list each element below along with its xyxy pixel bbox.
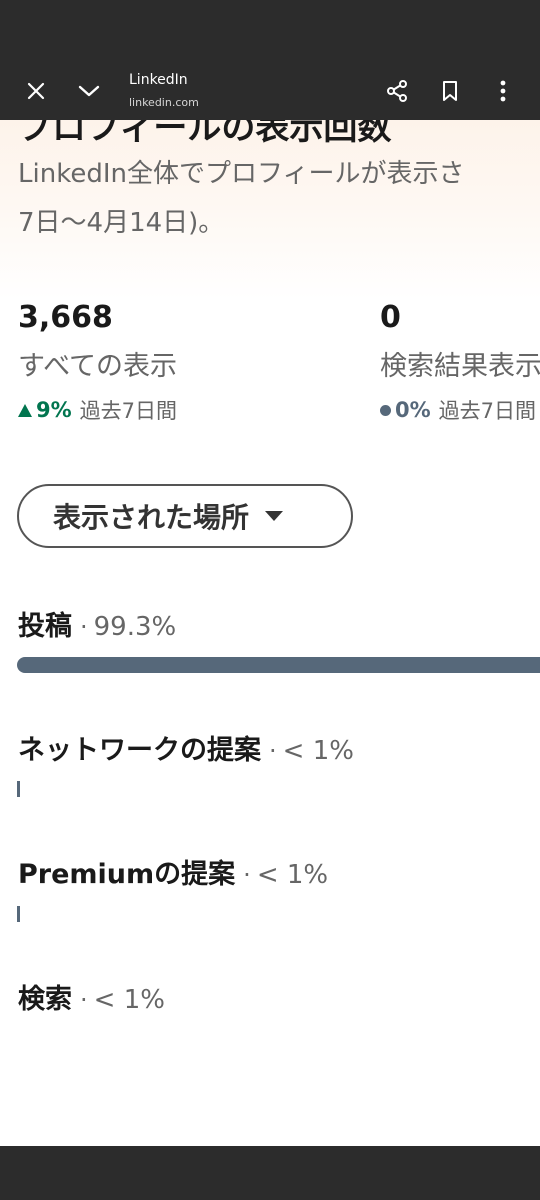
page-title: プロフィールの表示回数 [18, 120, 392, 148]
navigation-bar [0, 1146, 540, 1200]
trend-up-icon [18, 403, 32, 417]
trend-neutral-icon [380, 404, 391, 416]
breakdown-bar-posts [17, 657, 540, 673]
bookmark-icon[interactable] [430, 71, 470, 111]
share-icon[interactable] [377, 71, 417, 111]
trend-percent: 9% [36, 398, 72, 422]
status-bar [0, 0, 540, 62]
breakdown-separator: · [80, 613, 88, 641]
breakdown-separator: · [269, 737, 277, 765]
page-description: LinkedIn全体でプロフィールが表示さ 7日〜4月14日)。 [18, 150, 540, 248]
breakdown-label: 検索 [18, 984, 72, 1015]
breakdown-separator: · [80, 986, 88, 1014]
trend-percent: 0% [395, 398, 431, 422]
breakdown-row-search: 検索 · < 1% [18, 977, 165, 1016]
breakdown-bar-network [17, 781, 20, 797]
description-line-1: LinkedIn全体でプロフィールが表示さ [18, 159, 465, 189]
stat-all-views[interactable]: 3,668 すべての表示 9% 過去7日間 [18, 300, 177, 425]
location-filter-dropdown[interactable]: 表示された場所 [17, 484, 353, 548]
caret-down-icon [265, 511, 284, 521]
stat-value: 3,668 [18, 300, 113, 335]
stat-search-views[interactable]: 0 検索結果表示 0% 過去7日間 [380, 300, 540, 425]
chevron-down-icon[interactable] [69, 71, 109, 111]
stat-trend: 9% 過去7日間 [18, 395, 177, 425]
description-line-2: 7日〜4月14日)。 [18, 208, 225, 238]
breakdown-row-network: ネットワークの提案 · < 1% [18, 728, 354, 767]
breakdown-percent: < 1% [282, 736, 354, 766]
trend-period: 過去7日間 [79, 399, 178, 423]
breakdown-bar-fill [17, 657, 540, 673]
breakdown-percent: < 1% [93, 985, 165, 1015]
browser-toolbar: LinkedIn linkedin.com [0, 62, 540, 120]
breakdown-label: ネットワークの提案 [18, 735, 261, 766]
stat-value: 0 [380, 300, 401, 335]
close-icon[interactable] [16, 71, 56, 111]
stat-label: すべての表示 [18, 351, 178, 382]
breakdown-label: Premiumの提案 [18, 859, 236, 890]
page-content: プロフィールの表示回数 LinkedIn全体でプロフィールが表示さ 7日〜4月1… [0, 120, 540, 1146]
breakdown-separator: · [243, 861, 251, 889]
trend-period: 過去7日間 [438, 399, 537, 423]
filter-label: 表示された場所 [53, 501, 250, 534]
breakdown-row-premium: Premiumの提案 · < 1% [18, 852, 328, 891]
stat-label: 検索結果表示 [380, 351, 540, 382]
breakdown-row-posts: 投稿 · 99.3% [18, 604, 176, 643]
more-vert-icon[interactable] [483, 71, 523, 111]
stat-trend: 0% 過去7日間 [380, 395, 540, 425]
breakdown-percent: 99.3% [93, 612, 177, 642]
site-url: linkedin.com [129, 96, 199, 109]
site-name: LinkedIn [129, 72, 188, 88]
breakdown-bar-premium [17, 906, 20, 922]
breakdown-percent: < 1% [256, 860, 329, 890]
breakdown-label: 投稿 [18, 611, 72, 642]
